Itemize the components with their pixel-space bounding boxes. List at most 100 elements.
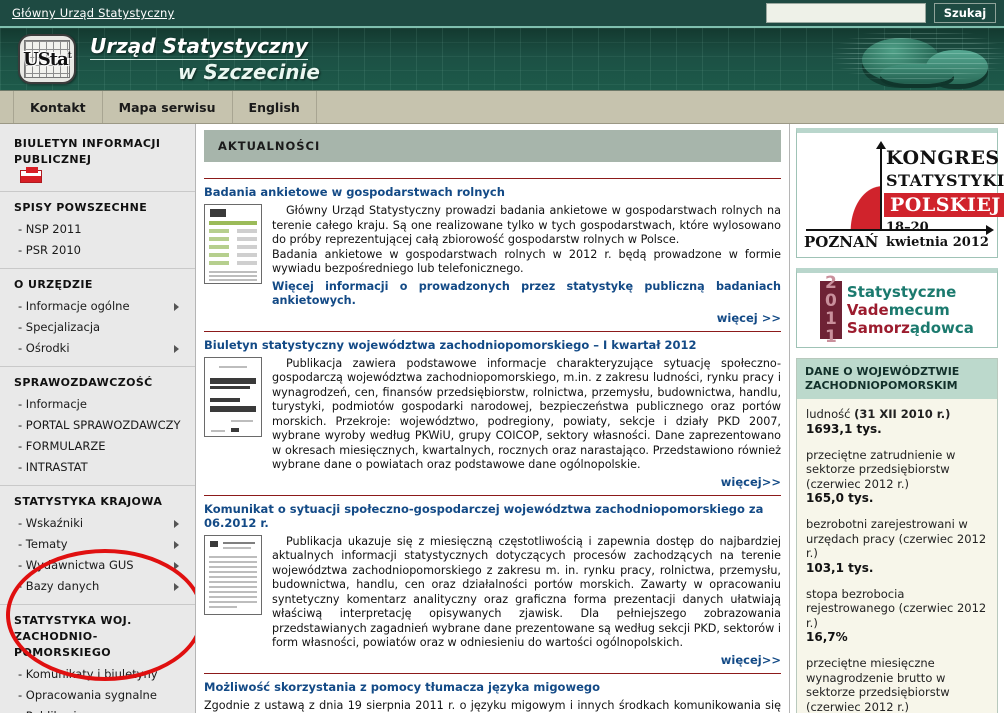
news-title[interactable]: Komunikat o sytuacji społeczno-gospodarc… xyxy=(204,502,781,530)
stat-item: stopa bezrobocia rejestrowanego (czerwie… xyxy=(806,587,988,646)
stat-item: bezrobotni zarejestrowani w urzędach pra… xyxy=(806,517,988,576)
sidebar-item-label: - Informacje xyxy=(18,397,87,411)
sidebar-item-label: - Publikacje xyxy=(18,709,84,713)
sidebar-item-label: - INTRASTAT xyxy=(18,460,88,474)
nav-item-mapa-serwisu[interactable]: Mapa serwisu xyxy=(103,91,233,123)
vademecum-graphic: 2 0 1 1 Statystyczne Vademecum Samorządo… xyxy=(802,274,992,346)
sidebar-item-label: - Opracowania sygnalne xyxy=(18,688,157,702)
more-link[interactable]: więcej>> xyxy=(204,475,781,489)
sidebar-item-psr-2010[interactable]: - PSR 2010 xyxy=(0,240,195,261)
sidebar-item-label: - Wskaźniki xyxy=(18,516,84,530)
stat-label: przeciętne zatrudnienie w sektorze przed… xyxy=(806,447,956,491)
news-paragraph-1: Główny Urząd Statystyczny prowadzi badan… xyxy=(272,204,781,246)
vademecum-word2: Vademecum xyxy=(846,301,950,319)
news-text: Zgodnie z ustawą z dnia 19 sierpnia 2011… xyxy=(204,699,781,713)
news-paragraph-1: Publikacja zawiera podstawowe informacje… xyxy=(272,356,781,472)
left-sidebar: BIULETYN INFORMACJI PUBLICZNEJ SPISY POW… xyxy=(0,124,196,713)
news-thumbnail[interactable] xyxy=(204,534,262,615)
sidebar-item-wydawnictwa-gus[interactable]: - Wydawnictwa GUS xyxy=(0,555,195,576)
stat-item: przeciętne zatrudnienie w sektorze przed… xyxy=(806,448,988,507)
news-title[interactable]: Biuletyn statystyczny województwa zachod… xyxy=(204,338,781,352)
chevron-right-icon xyxy=(174,561,179,570)
sidebar-item-osrodki[interactable]: - Ośrodki xyxy=(0,338,195,359)
stat-value: 103,1 tys. xyxy=(806,560,874,575)
stat-value: 1693,1 tys. xyxy=(806,421,882,436)
distribution-curve-icon xyxy=(808,157,882,231)
vademecum-word3: Samorządowca xyxy=(846,319,974,337)
sidebar-group-spisy: SPISY POWSZECHNE - NSP 2011 - PSR 2010 xyxy=(0,192,195,269)
news-paragraph-1: Publikacja ukazuje się z miesięczną częs… xyxy=(272,534,781,650)
search-area: Szukaj xyxy=(766,3,996,23)
main-content: AKTUALNOŚCI Badania ankietowe w gospodar… xyxy=(196,124,790,713)
site-header: UStat Urząd Statystyczny w Szczecinie xyxy=(0,28,1004,90)
sidebar-group-statystyka-krajowa: STATYSTYKA KRAJOWA - Wskaźniki - Tematy … xyxy=(0,486,195,605)
sidebar-head-spisy-powszechne[interactable]: SPISY POWSZECHNE xyxy=(0,197,195,219)
news-text: Główny Urząd Statystyczny prowadzi badan… xyxy=(272,204,781,309)
site-title-line1: Urząd Statystyczny xyxy=(90,34,308,60)
news-item: Komunikat o sytuacji społeczno-gospodarc… xyxy=(204,494,781,667)
news-title[interactable]: Badania ankietowe w gospodarstwach rolny… xyxy=(204,185,781,199)
news-thumbnail[interactable] xyxy=(204,204,262,284)
sidebar-item-label: - Komunikaty i biuletyny xyxy=(18,667,158,681)
right-sidebar: KONGRES STATYSTYKI POLSKIEJ POZNAŃ 18–20… xyxy=(790,124,1004,713)
sidebar-item-label: - NSP 2011 xyxy=(18,222,82,236)
page-body: BIULETYN INFORMACJI PUBLICZNEJ SPISY POW… xyxy=(0,124,1004,713)
sidebar-item-informacje-ogolne[interactable]: - Informacje ogólne xyxy=(0,296,195,317)
sidebar-item-label: - Ośrodki xyxy=(18,341,70,355)
stat-item: ludność (31 XII 2010 r.) 1693,1 tys. xyxy=(806,407,988,437)
sidebar-item-formularze[interactable]: - FORMULARZE xyxy=(0,436,195,457)
ustat-logo[interactable]: UStat xyxy=(18,34,76,84)
kongres-line3: POLSKIEJ xyxy=(884,193,1004,217)
gus-link[interactable]: Główny Urząd Statystyczny xyxy=(12,6,175,20)
sidebar-item-bazy-danych[interactable]: - Bazy danych xyxy=(0,576,195,597)
sidebar-group-statystyka-woj: STATYSTYKA WOJ. ZACHODNIO-POMORSKIEGO - … xyxy=(0,605,195,713)
more-link[interactable]: więcej >> xyxy=(204,311,781,325)
site-title-line2: w Szczecinie xyxy=(178,60,320,84)
logo-text: UStat xyxy=(23,48,72,70)
sidebar-item-komunikaty-i-biuletyny[interactable]: - Komunikaty i biuletyny xyxy=(0,664,195,685)
news-strong-link[interactable]: Więcej informacji o prowadzonych przez s… xyxy=(272,280,781,309)
stat-label: przeciętne miesięczne wynagrodzenie brut… xyxy=(806,656,950,713)
sidebar-head-o-urzedzie[interactable]: O URZĘDZIE xyxy=(0,274,195,296)
search-input[interactable] xyxy=(766,3,926,23)
sidebar-group-bip: BIULETYN INFORMACJI PUBLICZNEJ xyxy=(0,128,195,192)
sidebar-item-label: - Bazy danych xyxy=(18,579,100,593)
sidebar-item-label: - Tematy xyxy=(18,537,68,551)
nav-item-kontakt[interactable]: Kontakt xyxy=(14,91,103,123)
sidebar-item-nsp-2011[interactable]: - NSP 2011 xyxy=(0,219,195,240)
sidebar-item-tematy[interactable]: - Tematy xyxy=(0,534,195,555)
nav-item-english[interactable]: English xyxy=(233,91,317,123)
stat-value: 165,0 tys. xyxy=(806,491,874,505)
sidebar-head-statystyka-krajowa[interactable]: STATYSTYKA KRAJOWA xyxy=(0,491,195,513)
sidebar-item-informacje[interactable]: - Informacje xyxy=(0,394,195,415)
news-paragraph-2: Badania ankietowe w gospodarstwach rolny… xyxy=(272,247,781,276)
sidebar-item-label: - Wydawnictwa GUS xyxy=(18,558,134,572)
sidebar-item-portal-sprawozdawczy[interactable]: - PORTAL SPRAWOZDAWCZY xyxy=(0,415,195,436)
stat-value: 16,7% xyxy=(806,630,848,644)
chevron-right-icon xyxy=(174,302,179,311)
kongres-banner[interactable]: KONGRES STATYSTYKI POLSKIEJ POZNAŃ 18–20… xyxy=(796,128,1004,258)
news-item: Możliwość skorzystania z pomocy tłumacza… xyxy=(204,672,781,713)
sidebar-head-sprawozdawczosc[interactable]: SPRAWOZDAWCZOŚĆ xyxy=(0,372,195,394)
sidebar-item-wskazniki[interactable]: - Wskaźniki xyxy=(0,513,195,534)
sidebar-head-statystyka-woj-zachodniopomorskiego[interactable]: STATYSTYKA WOJ. ZACHODNIO-POMORSKIEGO xyxy=(0,610,195,664)
sidebar-item-bip[interactable]: BIULETYN INFORMACJI PUBLICZNEJ xyxy=(0,133,195,184)
sidebar-item-label: - FORMULARZE xyxy=(18,439,106,453)
kongres-date: 18–20 kwietnia 2012 xyxy=(886,220,989,250)
more-link[interactable]: więcej>> xyxy=(204,653,781,667)
stat-item: przeciętne miesięczne wynagrodzenie brut… xyxy=(806,656,988,713)
vademecum-banner[interactable]: 2 0 1 1 Statystyczne Vademecum Samorządo… xyxy=(796,268,998,348)
sidebar-item-publikacje[interactable]: - Publikacje xyxy=(0,706,195,713)
news-thumbnail[interactable] xyxy=(204,356,262,437)
data-panel-body: ludność (31 XII 2010 r.) 1693,1 tys. prz… xyxy=(797,399,997,713)
news-title[interactable]: Możliwość skorzystania z pomocy tłumacza… xyxy=(204,680,781,694)
kongres-city: POZNAŃ xyxy=(804,233,879,251)
stat-label: bezrobotni zarejestrowani w urzędach pra… xyxy=(806,517,987,560)
sidebar-item-label: - PORTAL SPRAWOZDAWCZY xyxy=(18,418,181,432)
news-text: Publikacja ukazuje się z miesięczną częs… xyxy=(272,535,781,651)
sidebar-item-intrastat[interactable]: - INTRASTAT xyxy=(0,457,195,478)
news-item: Badania ankietowe w gospodarstwach rolny… xyxy=(204,178,781,325)
sidebar-item-specjalizacja[interactable]: - Specjalizacja xyxy=(0,317,195,338)
search-button[interactable]: Szukaj xyxy=(934,3,996,23)
sidebar-item-opracowania-sygnalne[interactable]: - Opracowania sygnalne xyxy=(0,685,195,706)
